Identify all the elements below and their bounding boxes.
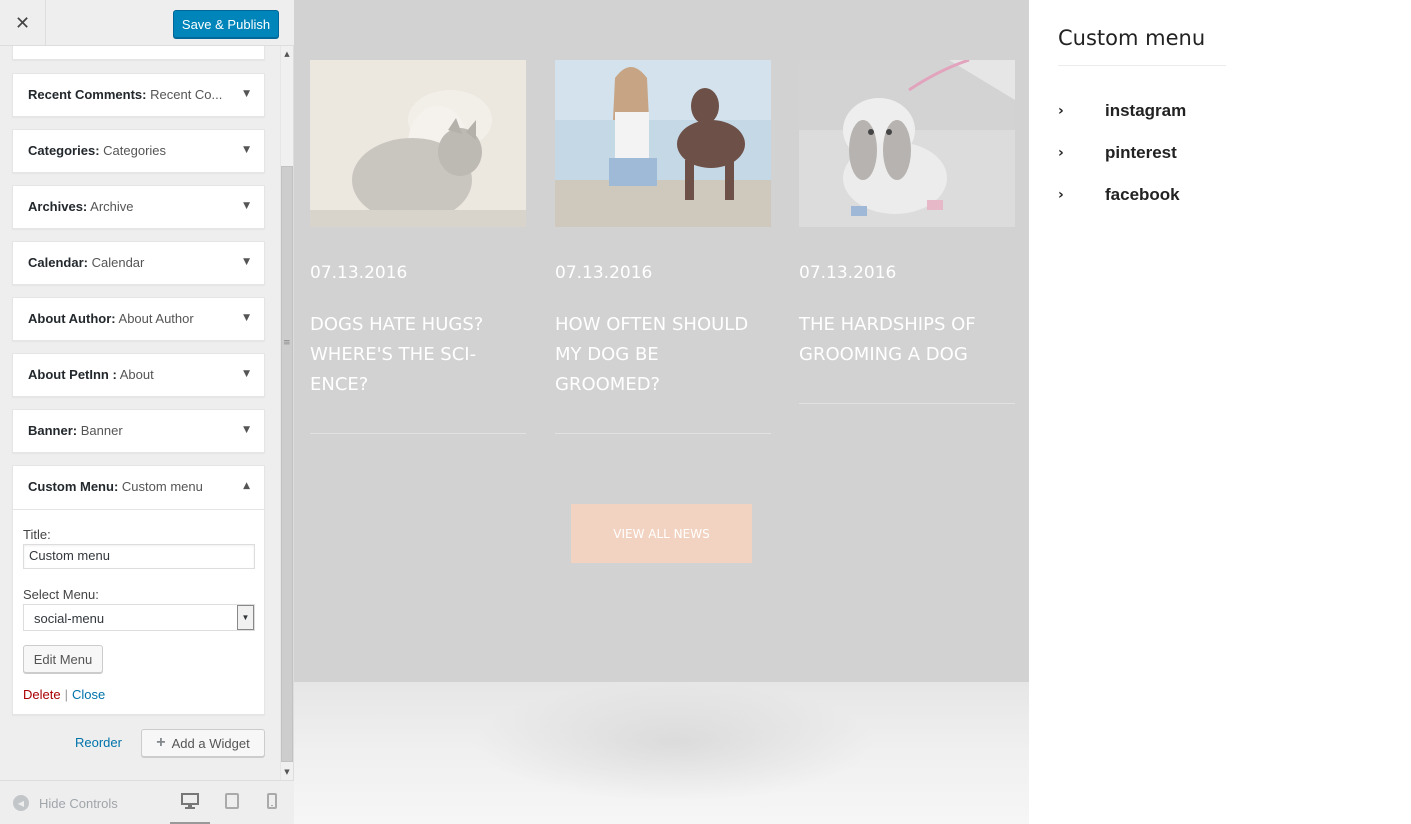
- arrow-down-icon[interactable]: ▼: [243, 89, 250, 99]
- menu-item-label: facebook: [1105, 185, 1180, 204]
- edit-menu-button[interactable]: Edit Menu: [23, 645, 103, 673]
- menu-item-label: instagram: [1105, 101, 1187, 120]
- heading-divider: [1058, 65, 1226, 66]
- close-customizer-button[interactable]: ✕: [0, 0, 46, 46]
- close-link[interactable]: Close: [72, 687, 105, 702]
- customizer-footer: ◀ Hide Controls: [0, 780, 294, 824]
- menu-item-facebook[interactable]: › facebook: [1058, 183, 1180, 207]
- post-title[interactable]: HOW OFTEN SHOULD MY DOG BE GROOMED?: [555, 310, 771, 400]
- widget-item-calendar[interactable]: Calendar: Calendar ▼: [12, 241, 265, 285]
- preview-footer-area: [294, 682, 1029, 824]
- chevron-right-icon: ›: [1058, 145, 1064, 161]
- arrow-down-icon[interactable]: ▼: [243, 369, 250, 379]
- scroll-up-icon[interactable]: ▲: [281, 46, 293, 62]
- arrow-down-icon[interactable]: ▼: [243, 201, 250, 211]
- background-shade: [474, 682, 874, 802]
- preview-desktop-button[interactable]: [170, 793, 210, 824]
- post-divider: [799, 403, 1015, 404]
- widget-item-banner[interactable]: Banner: Banner ▼: [12, 409, 265, 453]
- title-label: Title:: [23, 527, 51, 542]
- post-divider: [555, 433, 771, 434]
- scroll-down-icon[interactable]: ▼: [281, 764, 293, 780]
- widget-actions: Delete | Close: [23, 687, 105, 702]
- scrollbar-thumb[interactable]: [281, 166, 293, 762]
- post-title[interactable]: THE HARDSHIPS OF GROOMING A DOG: [799, 310, 1015, 370]
- link-separator: |: [64, 687, 68, 702]
- customizer-screen: ✕ Save & Publish Recent Comments: Recent…: [0, 0, 1411, 824]
- blog-post-card[interactable]: 07.13.2016 THE HARDSHIPS OF GROOMING A D…: [799, 60, 1015, 404]
- menu-item-instagram[interactable]: › instagram: [1058, 99, 1186, 123]
- menu-item-pinterest[interactable]: › pinterest: [1058, 141, 1177, 165]
- select-menu-value: social-menu: [34, 611, 105, 626]
- select-menu-label: Select Menu:: [23, 587, 99, 602]
- custom-menu-heading: Custom menu: [1058, 26, 1206, 50]
- preview-mobile-button[interactable]: [252, 793, 292, 824]
- plus-icon: +: [156, 734, 166, 751]
- post-divider: [310, 433, 526, 434]
- hide-controls-label: Hide Controls: [39, 795, 118, 811]
- customizer-sidebar: ✕ Save & Publish Recent Comments: Recent…: [0, 0, 294, 824]
- arrow-down-icon[interactable]: ▼: [243, 425, 250, 435]
- widget-title: Categories: Categories: [28, 143, 167, 158]
- chevron-right-icon: ›: [1058, 103, 1064, 119]
- widget-list: Recent Comments: Recent Co... ▼ Categori…: [0, 46, 280, 780]
- mobile-icon: [267, 793, 277, 809]
- arrow-up-icon[interactable]: ▲: [243, 481, 250, 491]
- custom-menu-widget: Custom menu › instagram › pinterest › fa…: [1029, 0, 1411, 824]
- cat-and-puppy-image[interactable]: [310, 60, 526, 227]
- blog-post-card[interactable]: 07.13.2016 DOGS HATE HUGS? WHERE'S THE S…: [310, 60, 526, 434]
- widget-item-about-author[interactable]: About Author: About Author ▼: [12, 297, 265, 341]
- arrow-down-icon[interactable]: ▼: [243, 145, 250, 155]
- grip-icon: ≡: [283, 338, 291, 348]
- widget-item-archives[interactable]: Archives: Archive ▼: [12, 185, 265, 229]
- widget-item-partial[interactable]: [12, 46, 265, 60]
- widget-item-custom-menu: Custom Menu: Custom menu ▲ Title: Custom…: [12, 465, 265, 715]
- hide-controls-button[interactable]: ◀ Hide Controls: [13, 795, 118, 811]
- woman-with-dog-image[interactable]: [555, 60, 771, 227]
- select-menu-dropdown[interactable]: social-menu ▼: [23, 604, 255, 631]
- blog-post-card[interactable]: 07.13.2016 HOW OFTEN SHOULD MY DOG BE GR…: [555, 60, 771, 434]
- title-input[interactable]: Custom menu: [23, 544, 255, 569]
- tablet-icon: [225, 793, 239, 809]
- sidebar-scrollbar[interactable]: ▲ ≡ ▼: [280, 46, 293, 780]
- arrow-down-icon[interactable]: ▼: [243, 257, 250, 267]
- reorder-link[interactable]: Reorder: [75, 735, 122, 750]
- desktop-icon: [181, 793, 199, 809]
- delete-link[interactable]: Delete: [23, 687, 61, 702]
- widget-title: About PetInn : About: [28, 367, 154, 382]
- widget-title: Archives: Archive: [28, 199, 134, 214]
- save-publish-button[interactable]: Save & Publish: [173, 10, 279, 38]
- widget-title: About Author: About Author: [28, 311, 194, 326]
- view-all-news-button[interactable]: VIEW ALL NEWS: [571, 504, 752, 563]
- widget-item-about-petinn[interactable]: About PetInn : About ▼: [12, 353, 265, 397]
- widget-item-recent-comments[interactable]: Recent Comments: Recent Co... ▼: [12, 73, 265, 117]
- widget-title: Recent Comments: Recent Co...: [28, 87, 223, 102]
- post-date: 07.13.2016: [310, 263, 408, 283]
- shih-tzu-image[interactable]: [799, 60, 1015, 227]
- close-icon: ✕: [14, 12, 31, 34]
- menu-item-label: pinterest: [1105, 143, 1177, 162]
- widget-header[interactable]: Custom Menu: Custom menu ▲: [13, 466, 264, 510]
- add-widget-button[interactable]: + Add a Widget: [141, 729, 265, 757]
- widget-title: Banner: Banner: [28, 423, 123, 438]
- post-date: 07.13.2016: [555, 263, 653, 283]
- widget-title: Custom Menu: Custom menu: [28, 479, 203, 494]
- customizer-header: ✕ Save & Publish: [0, 0, 294, 46]
- post-date: 07.13.2016: [799, 263, 897, 283]
- arrow-down-icon[interactable]: ▼: [243, 313, 250, 323]
- chevron-right-icon: ›: [1058, 187, 1064, 203]
- add-widget-label: Add a Widget: [171, 735, 250, 751]
- dropdown-arrow-icon[interactable]: ▼: [237, 605, 254, 630]
- preview-tablet-button[interactable]: [212, 793, 252, 824]
- widget-title: Calendar: Calendar: [28, 255, 145, 270]
- post-title[interactable]: DOGS HATE HUGS? WHERE'S THE SCI- ENCE?: [310, 310, 526, 400]
- widget-item-categories[interactable]: Categories: Categories ▼: [12, 129, 265, 173]
- collapse-icon: ◀: [13, 795, 29, 811]
- site-preview: 07.13.2016 DOGS HATE HUGS? WHERE'S THE S…: [294, 0, 1029, 682]
